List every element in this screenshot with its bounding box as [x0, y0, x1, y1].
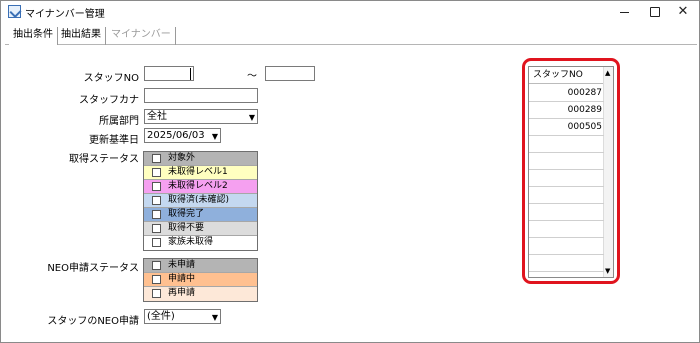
staff-no-label: スタッフNO [83, 73, 139, 84]
acq-status-item[interactable]: 取得不要 [144, 222, 257, 236]
neo-status-item[interactable]: 申請中 [144, 273, 257, 287]
list-row[interactable] [529, 221, 604, 238]
acq-status-item-label: 対象外 [168, 153, 196, 163]
list-header: スタッフNO [529, 67, 604, 84]
list-row[interactable] [529, 187, 604, 204]
title-bar: マイナンバー管理 ✕ [1, 1, 699, 23]
list-row[interactable]: 000289 [529, 102, 604, 119]
list-row[interactable] [529, 153, 604, 170]
range-separator: ～ [247, 71, 257, 82]
tab-bar: 抽出条件 抽出結果 マイナンバー [5, 27, 697, 45]
list-row[interactable] [529, 238, 604, 255]
main-window: マイナンバー管理 ✕ 抽出条件 抽出結果 マイナンバー スタッフNO ～ スタッ… [0, 0, 700, 343]
acq-status-item[interactable]: 取得完了 [144, 208, 257, 222]
acq-status-item-label: 取得済(未確認) [168, 195, 230, 205]
list-row[interactable] [529, 170, 604, 187]
checkbox[interactable] [152, 261, 161, 270]
acq-status-item-label: 家族未取得 [168, 237, 214, 247]
staff-no-from-input[interactable] [144, 66, 194, 81]
acq-status-item[interactable]: 未取得レベル2 [144, 180, 257, 194]
staff-kana-label: スタッフカナ [79, 95, 139, 106]
checkbox[interactable] [152, 238, 161, 247]
vertical-scrollbar[interactable]: ▲ ▼ [603, 67, 613, 277]
list-row[interactable] [529, 204, 604, 221]
staff-no-to-input[interactable] [265, 66, 315, 81]
list-row[interactable] [529, 255, 604, 272]
update-date-label: 更新基準日 [89, 135, 139, 146]
neo-status-item[interactable]: 再申請 [144, 287, 257, 301]
acq-status-item[interactable]: 家族未取得 [144, 236, 257, 250]
neo-status-item-label: 申請中 [168, 274, 196, 284]
tab-my-number: マイナンバー [107, 27, 176, 45]
staff-neo-select[interactable]: (全件) ▼ [144, 309, 221, 324]
checkbox[interactable] [152, 289, 161, 298]
neo-status-list: 未申請 申請中 再申請 [143, 258, 258, 302]
staff-neo-select-value: (全件) [147, 311, 175, 322]
acq-status-item[interactable]: 未取得レベル1 [144, 166, 257, 180]
neo-status-item-label: 再申請 [168, 288, 196, 298]
acq-status-item-label: 取得完了 [168, 209, 205, 219]
neo-status-label: NEO申請ステータス [47, 263, 139, 274]
checkbox[interactable] [152, 196, 161, 205]
checkbox[interactable] [152, 182, 161, 191]
staff-kana-input[interactable] [144, 88, 258, 103]
checkbox[interactable] [152, 275, 161, 284]
neo-status-item[interactable]: 未申請 [144, 259, 257, 273]
scroll-down-icon[interactable]: ▼ [605, 267, 610, 275]
tab-extract-conditions[interactable]: 抽出条件 [9, 27, 58, 45]
dept-select-value: 全社 [147, 111, 167, 122]
acq-status-item[interactable]: 対象外 [144, 152, 257, 166]
acq-status-item-label: 未取得レベル2 [168, 181, 228, 191]
dept-label: 所属部門 [99, 116, 139, 127]
window-title: マイナンバー管理 [25, 9, 105, 20]
update-date-picker[interactable]: 2025/06/03 ▼ [144, 128, 221, 143]
acq-status-item[interactable]: 取得済(未確認) [144, 194, 257, 208]
close-button[interactable]: ✕ [665, 1, 700, 23]
checkbox[interactable] [152, 168, 161, 177]
checkbox[interactable] [152, 210, 161, 219]
acq-status-item-label: 未取得レベル1 [168, 167, 228, 177]
update-date-value: 2025/06/03 [147, 130, 205, 141]
tab-extract-results[interactable]: 抽出結果 [57, 27, 106, 45]
list-row[interactable]: 000505 [529, 119, 604, 136]
neo-status-item-label: 未申請 [168, 260, 196, 270]
acq-status-item-label: 取得不要 [168, 223, 205, 233]
chevron-down-icon: ▼ [248, 113, 255, 122]
staff-neo-label: スタッフのNEO申請 [47, 316, 139, 327]
staff-no-list[interactable]: スタッフNO ▲ ▼ 000287 000289 000505 [528, 66, 614, 278]
scroll-up-icon[interactable]: ▲ [605, 69, 610, 77]
dept-select[interactable]: 全社 ▼ [144, 109, 258, 124]
list-row[interactable]: 000287 [529, 85, 604, 102]
text-cursor [190, 68, 191, 80]
chevron-down-icon: ▼ [211, 313, 218, 322]
checkbox[interactable] [152, 154, 161, 163]
checkbox[interactable] [152, 224, 161, 233]
chevron-down-icon: ▼ [211, 132, 218, 141]
acq-status-list: 対象外未取得レベル1 未取得レベル2 取得済(未確認) 取得完了取得不要家族未取得 [143, 151, 258, 251]
list-row[interactable] [529, 136, 604, 153]
acq-status-label: 取得ステータス [69, 154, 139, 165]
app-icon [8, 5, 21, 18]
